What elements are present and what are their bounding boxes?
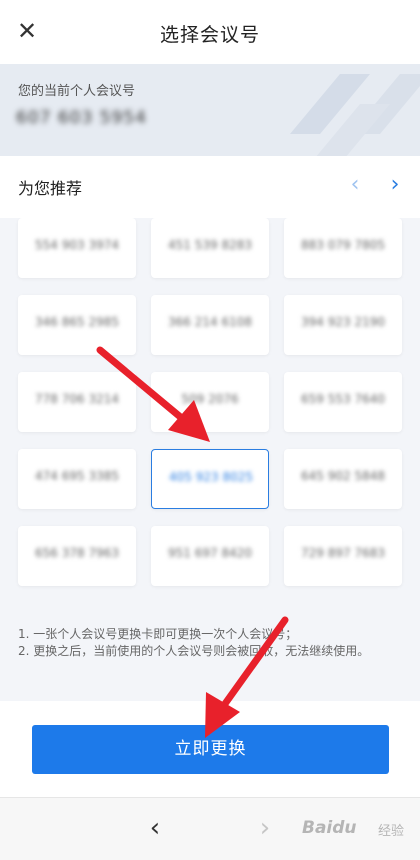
- number-option[interactable]: 474 695 3385: [18, 449, 136, 509]
- browser-toolbar: ‹ › Baidu 经验: [0, 797, 420, 860]
- number-option[interactable]: 346 865 2985: [18, 295, 136, 355]
- current-number-label: 您的当前个人会议号: [18, 84, 136, 99]
- confirm-change-button[interactable]: 立即更换: [32, 725, 389, 774]
- usage-notes: 1. 一张个人会议号更换卡即可更换一次个人会议号； 2. 更换之后，当前使用的个…: [18, 626, 408, 660]
- number-option[interactable]: 554 903 3974: [18, 218, 136, 278]
- number-option[interactable]: 883 079 7805: [284, 218, 402, 278]
- forward-chevron-icon[interactable]: ›: [253, 814, 277, 842]
- number-option[interactable]: 659 553 7640: [284, 372, 402, 432]
- number-option-selected[interactable]: 405 923 8025: [151, 449, 269, 509]
- top-bar: ✕ 选择会议号: [0, 0, 420, 64]
- decorative-shape-icon: [290, 74, 420, 156]
- recommend-header: 为您推荐 ‹ ›: [0, 156, 420, 218]
- number-option[interactable]: 645 902 5848: [284, 449, 402, 509]
- baidu-watermark: Baidu 经验: [302, 818, 405, 839]
- number-option[interactable]: 366 214 6108: [151, 295, 269, 355]
- number-option[interactable]: 729 897 7683: [284, 526, 402, 586]
- number-grid: 554 903 3974 451 539 8283 883 079 7805 3…: [0, 218, 420, 602]
- chevron-left-icon[interactable]: ‹: [343, 173, 367, 197]
- note-line: 1. 一张个人会议号更换卡即可更换一次个人会议号；: [18, 627, 298, 641]
- back-chevron-icon[interactable]: ‹: [143, 814, 167, 842]
- number-option[interactable]: 394 923 2190: [284, 295, 402, 355]
- number-option[interactable]: 656 378 7963: [18, 526, 136, 586]
- action-area: 立即更换: [0, 701, 420, 797]
- current-number-value: 607 603 5954: [16, 108, 147, 128]
- chevron-right-icon[interactable]: ›: [383, 173, 407, 197]
- number-option[interactable]: 451 539 8283: [151, 218, 269, 278]
- number-option[interactable]: 778 706 3214: [18, 372, 136, 432]
- number-option[interactable]: 509 2076: [151, 372, 269, 432]
- number-option[interactable]: 951 697 8420: [151, 526, 269, 586]
- note-line: 2. 更换之后，当前使用的个人会议号则会被回收，无法继续使用。: [18, 644, 370, 658]
- recommend-panel: 为您推荐 ‹ › 554 903 3974 451 539 8283 883 0…: [0, 156, 420, 701]
- page-title: 选择会议号: [159, 24, 260, 46]
- recommend-title: 为您推荐: [18, 179, 83, 198]
- current-number-card: 您的当前个人会议号 607 603 5954: [0, 64, 420, 156]
